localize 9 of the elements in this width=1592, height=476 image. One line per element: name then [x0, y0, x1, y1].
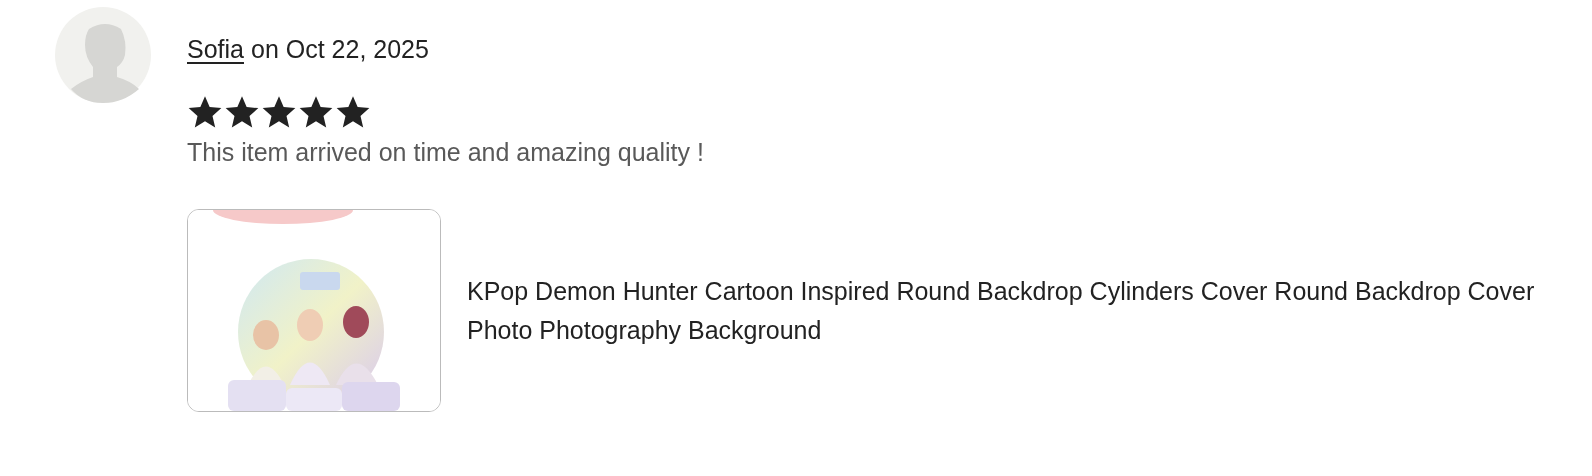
review-date: on Oct 22, 2025 [251, 35, 429, 64]
star-icon [335, 94, 371, 130]
star-icon [224, 94, 260, 130]
star-icon [187, 94, 223, 130]
review-text: This item arrived on time and amazing quality ! [187, 138, 705, 167]
reviewer-link[interactable]: Sofia [187, 35, 244, 64]
star-icon [298, 94, 334, 130]
star-icon [261, 94, 297, 130]
item-title[interactable]: KPop Demon Hunter Cartoon Inspired Round Backdrop Cylinders Cover Round Backdrop Cover Photo Photography Background [467, 271, 1557, 350]
